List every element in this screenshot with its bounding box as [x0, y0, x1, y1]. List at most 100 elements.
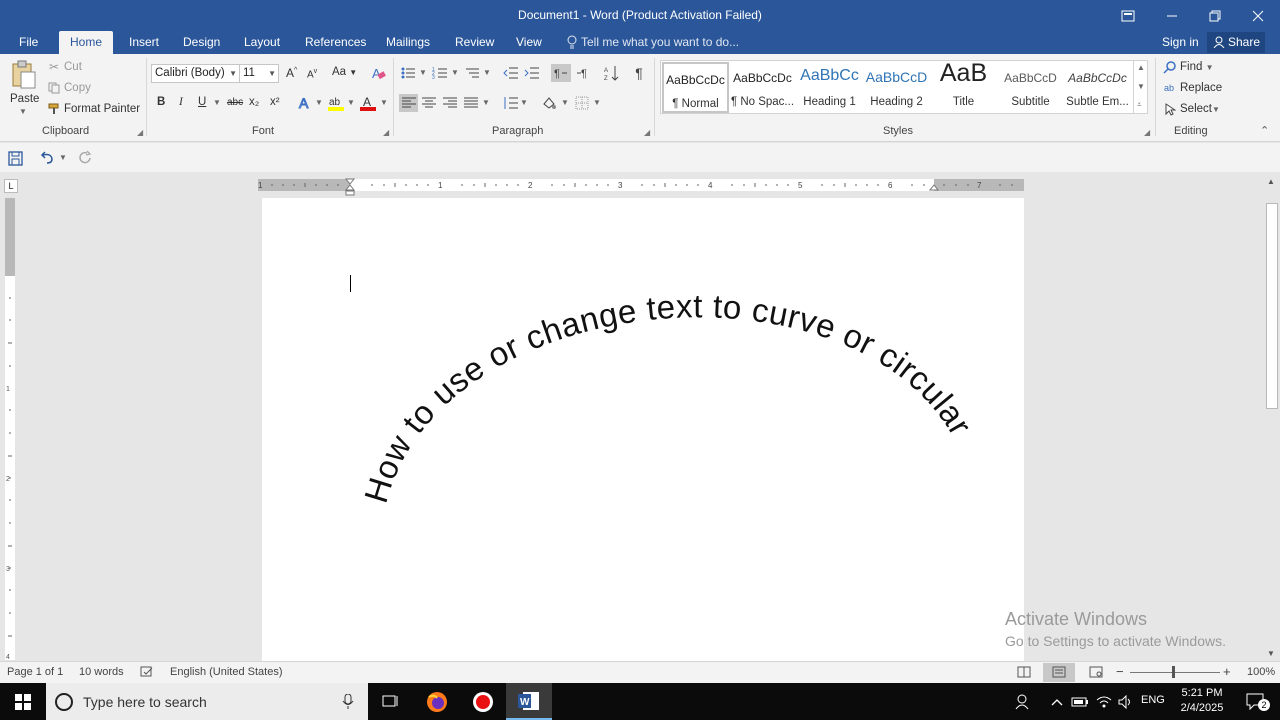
style-no-spacing[interactable]: AaBbCcDc ¶ No Spac...	[729, 62, 796, 113]
show-formatting-marks-icon[interactable]: ¶	[630, 64, 648, 82]
find-button[interactable]: Find ▼	[1180, 61, 1214, 73]
tell-me-box[interactable]: Tell me what you want to do...	[566, 31, 739, 54]
read-mode-icon[interactable]	[1017, 666, 1031, 681]
style-title[interactable]: AaB Title	[930, 59, 997, 113]
chevron-down-icon[interactable]: ▼	[451, 68, 459, 77]
styles-launcher-icon[interactable]: ◢	[1144, 128, 1150, 137]
firefox-taskbar-button[interactable]	[414, 683, 460, 720]
borders-icon[interactable]	[573, 94, 591, 112]
highlighter-icon[interactable]: ab	[327, 94, 345, 112]
replace-button[interactable]: Replace	[1180, 82, 1222, 94]
subscript-button[interactable]: x₂	[249, 96, 259, 108]
rtl-direction-icon[interactable]: ¶	[574, 64, 592, 82]
sort-icon[interactable]: AZ	[603, 64, 621, 82]
justify-icon[interactable]	[462, 94, 480, 112]
people-button[interactable]	[1003, 683, 1043, 720]
select-button[interactable]: Select▼	[1180, 103, 1220, 115]
save-icon[interactable]	[7, 150, 23, 166]
clipboard-launcher-icon[interactable]: ◢	[137, 128, 143, 137]
left-indent-marker[interactable]	[345, 190, 355, 196]
font-name-combo[interactable]: Calibri (Body) ▼	[151, 64, 240, 83]
minimize-button[interactable]	[1149, 0, 1195, 31]
tab-mailings[interactable]: Mailings	[375, 31, 441, 54]
taskbar-search-box[interactable]: Type here to search	[46, 683, 368, 720]
document-page[interactable]: How to use or change text to curve or ci…	[262, 198, 1024, 661]
word-taskbar-button[interactable]: W	[506, 683, 552, 720]
tab-design[interactable]: Design	[172, 31, 231, 54]
language-indicator[interactable]: English (United States)	[170, 666, 283, 678]
styles-scroll[interactable]: ▲ ▼ ⩡	[1133, 60, 1148, 114]
zoom-slider-thumb[interactable]	[1172, 666, 1175, 678]
shrink-font-icon[interactable]: Av	[307, 68, 317, 80]
proofing-icon[interactable]	[140, 666, 154, 681]
input-language[interactable]: ENG	[1141, 694, 1165, 706]
horizontal-ruler[interactable]: 1 1 2 3 4 5 6 7	[258, 178, 1024, 196]
sign-in-link[interactable]: Sign in	[1162, 31, 1199, 53]
ribbon-display-options-button[interactable]	[1105, 0, 1151, 31]
undo-icon[interactable]	[38, 149, 56, 167]
curved-wordart[interactable]: How to use or change text to curve or ci…	[262, 198, 1024, 661]
shading-icon[interactable]	[540, 94, 558, 112]
strikethrough-button[interactable]: abc	[227, 97, 243, 108]
format-painter-button[interactable]: Format Painter	[64, 103, 140, 115]
numbering-icon[interactable]: 123	[432, 65, 448, 81]
italic-button[interactable]: I	[179, 96, 183, 108]
align-left-icon[interactable]	[399, 94, 418, 112]
task-view-button[interactable]	[368, 683, 414, 720]
chevron-down-icon[interactable]: ▼	[593, 98, 601, 107]
chevron-down-icon[interactable]: ▼	[380, 98, 388, 107]
decrease-indent-icon[interactable]	[503, 65, 519, 81]
start-button[interactable]	[0, 683, 46, 720]
close-button[interactable]	[1235, 0, 1280, 31]
chevron-down-icon[interactable]: ▼	[213, 98, 221, 107]
show-hidden-icons-button[interactable]	[1046, 683, 1068, 720]
align-right-icon[interactable]	[441, 94, 459, 112]
multilevel-list-icon[interactable]	[464, 65, 480, 81]
text-effects-icon[interactable]: A	[297, 95, 313, 111]
line-spacing-icon[interactable]	[501, 94, 519, 112]
font-size-combo[interactable]: 11 ▼	[239, 64, 279, 83]
cut-button[interactable]: Cut	[64, 61, 82, 73]
chevron-down-icon[interactable]: ▼	[1137, 82, 1145, 91]
restore-button[interactable]	[1192, 0, 1238, 31]
chevron-down-icon[interactable]: ▼	[482, 98, 490, 107]
tab-home[interactable]: Home	[59, 31, 114, 54]
chevron-down-icon[interactable]: ▼	[483, 68, 491, 77]
bullets-icon[interactable]	[400, 65, 416, 81]
superscript-button[interactable]: x²	[270, 96, 280, 108]
scroll-up-icon[interactable]: ▲	[1267, 177, 1275, 186]
clock[interactable]: 5:21 PM 2/4/2025	[1172, 686, 1232, 716]
scroll-down-icon[interactable]: ▼	[1267, 649, 1275, 658]
chevron-down-icon[interactable]: ▼	[419, 68, 427, 77]
style-subtle-emphasis[interactable]: AaBbCcDc Subtle Em...	[1064, 62, 1131, 113]
page-count[interactable]: Page 1 of 1	[7, 666, 63, 678]
font-launcher-icon[interactable]: ◢	[383, 128, 389, 137]
bold-button[interactable]: B	[157, 96, 165, 108]
collapse-ribbon-icon[interactable]: ⌃	[1260, 124, 1269, 137]
vertical-ruler[interactable]: 1 2 3 4	[5, 198, 15, 660]
first-line-indent-marker[interactable]	[344, 178, 356, 185]
align-center-icon[interactable]	[420, 94, 438, 112]
zoom-level[interactable]: 100%	[1247, 666, 1275, 678]
wifi-icon[interactable]	[1092, 683, 1116, 720]
style-subtitle[interactable]: AaBbCcD Subtitle	[997, 62, 1064, 113]
tab-file[interactable]: File	[8, 31, 49, 54]
chevron-down-icon[interactable]: ▼	[561, 98, 569, 107]
chevron-down-icon[interactable]: ▼	[315, 98, 323, 107]
clear-formatting-icon[interactable]: A	[371, 65, 387, 81]
paste-button[interactable]: Paste	[10, 93, 39, 105]
web-layout-icon[interactable]	[1089, 666, 1103, 681]
change-case-button[interactable]: Aa ▼	[332, 66, 357, 78]
chevron-down-icon[interactable]: ▼	[59, 153, 67, 162]
scrollbar-thumb[interactable]	[1266, 203, 1278, 409]
zoom-slider[interactable]	[1130, 672, 1220, 673]
tab-review[interactable]: Review	[444, 31, 505, 54]
action-center-button[interactable]: 2	[1236, 683, 1276, 720]
microphone-icon[interactable]	[342, 694, 354, 710]
recorder-taskbar-button[interactable]	[460, 683, 506, 720]
ltr-direction-icon[interactable]: ¶	[551, 64, 571, 82]
zoom-out-button[interactable]: −	[1116, 664, 1124, 679]
tab-references[interactable]: References	[294, 31, 377, 54]
word-count[interactable]: 10 words	[79, 666, 124, 678]
more-styles-icon[interactable]: ⩡	[1137, 100, 1142, 110]
